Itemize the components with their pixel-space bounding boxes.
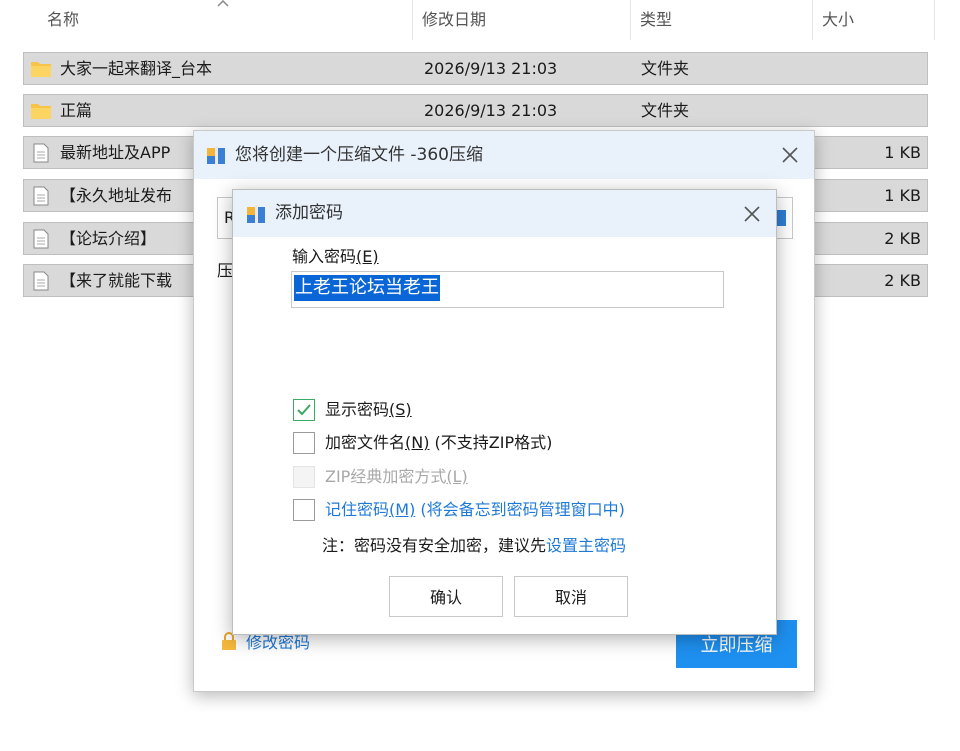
show-password-label: 显示密码(S) — [325, 397, 412, 423]
file-icon — [33, 271, 49, 291]
file-size: 1 KB — [884, 143, 921, 162]
remember-password-label: 记住密码(M) (将会备忘到密码管理窗口中) — [325, 497, 625, 523]
column-size[interactable]: 大小 — [812, 0, 934, 40]
column-name[interactable]: 名称 — [37, 0, 412, 40]
compress-dialog-title: 您将创建一个压缩文件 -360压缩 — [235, 145, 483, 165]
check-icon — [297, 404, 311, 416]
file-icon — [33, 229, 49, 249]
option-suffix: (不支持ZIP格式) — [429, 433, 553, 452]
option-text: 加密文件名 — [325, 433, 406, 452]
option-key: (L) — [446, 467, 468, 486]
column-header: 名称 修改日期 类型 大小 — [0, 0, 960, 40]
file-name: 【永久地址发布 — [60, 186, 173, 205]
file-type: 文件夹 — [641, 59, 690, 78]
column-type[interactable]: 类型 — [630, 0, 812, 40]
option-text: ZIP经典加密方式 — [325, 467, 447, 486]
file-size: 2 KB — [884, 229, 921, 248]
password-input-label: 输入密码(E) — [292, 246, 379, 268]
add-password-titlebar[interactable]: 添加密码 — [233, 190, 776, 237]
file-modified: 2026/9/13 21:03 — [424, 101, 558, 120]
file-name: 最新地址及APP — [60, 143, 171, 162]
show-password-checkbox[interactable] — [293, 399, 315, 421]
security-note: 注：密码没有安全加密，建议先设置主密码 — [322, 534, 626, 558]
option-suffix: (将会备忘到密码管理窗口中) — [415, 500, 625, 519]
file-name: 【来了就能下载 — [60, 271, 173, 290]
folder-icon — [31, 62, 51, 77]
file-row[interactable]: 大家一起来翻译_台本 2026/9/13 21:03 文件夹 — [23, 52, 928, 85]
option-text: 显示密码 — [325, 400, 390, 419]
archive-app-icon — [247, 205, 265, 223]
option-key: (N) — [405, 433, 430, 452]
file-size: 1 KB — [884, 186, 921, 205]
password-input[interactable]: 上老王论坛当老王 — [291, 271, 724, 308]
remember-password-checkbox[interactable] — [293, 499, 315, 521]
option-key: (M) — [389, 500, 416, 519]
file-type: 文件夹 — [641, 101, 690, 120]
file-modified: 2026/9/13 21:03 — [424, 59, 558, 78]
zip-classic-checkbox — [293, 466, 315, 488]
column-modified[interactable]: 修改日期 — [412, 0, 630, 40]
close-icon[interactable] — [778, 143, 802, 167]
folder-icon — [31, 104, 51, 119]
file-icon — [33, 143, 49, 163]
file-row[interactable]: 正篇 2026/9/13 21:03 文件夹 — [23, 94, 928, 127]
password-value: 上老王论坛当老王 — [294, 275, 440, 301]
add-password-title: 添加密码 — [275, 203, 343, 223]
security-note-text: 注：密码没有安全加密，建议先 — [322, 536, 547, 555]
archive-app-icon — [207, 146, 225, 164]
encrypt-filenames-label: 加密文件名(N) (不支持ZIP格式) — [325, 430, 552, 456]
password-input-label-text: 输入密码 — [292, 247, 357, 266]
add-password-dialog: 添加密码 输入密码(E) 上老王论坛当老王 显示密码(S) 加密文件名(N) (… — [232, 189, 777, 635]
browse-icon[interactable] — [776, 210, 786, 226]
file-name: 正篇 — [60, 101, 93, 120]
cancel-button[interactable]: 取消 — [514, 576, 628, 617]
compress-dialog-titlebar[interactable]: 您将创建一个压缩文件 -360压缩 — [194, 131, 814, 179]
ok-button[interactable]: 确认 — [389, 576, 503, 617]
password-input-label-key: (E) — [356, 247, 379, 266]
file-name: 【论坛介绍】 — [60, 229, 157, 248]
file-icon — [33, 186, 49, 206]
option-text: 记住密码 — [325, 500, 390, 519]
option-key: (S) — [389, 400, 412, 419]
encrypt-filenames-checkbox[interactable] — [293, 432, 315, 454]
zip-classic-label: ZIP经典加密方式(L) — [325, 464, 468, 490]
close-icon[interactable] — [740, 202, 764, 226]
compress-option-label: 压 — [217, 261, 234, 280]
file-size: 2 KB — [884, 271, 921, 290]
column-divider[interactable] — [934, 0, 935, 40]
file-name: 大家一起来翻译_台本 — [60, 59, 213, 78]
set-master-password-link[interactable]: 设置主密码 — [546, 536, 626, 555]
